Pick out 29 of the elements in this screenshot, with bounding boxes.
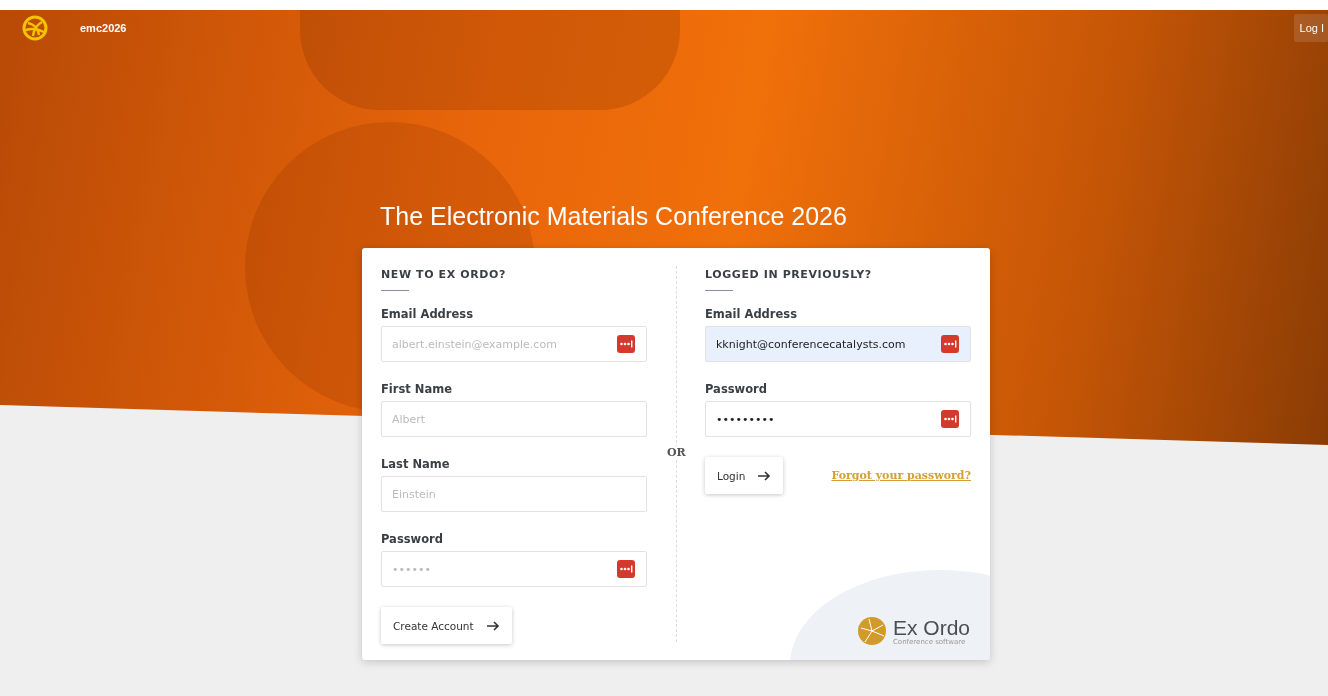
password-key-icon[interactable] bbox=[941, 335, 959, 353]
field-label: Password bbox=[705, 382, 768, 396]
site-name: emc2026 bbox=[80, 22, 127, 34]
arrow-right-icon bbox=[757, 470, 772, 481]
input-field[interactable]: Einstein bbox=[381, 476, 647, 512]
field-label: Email Address bbox=[381, 307, 474, 321]
password-key-icon[interactable] bbox=[617, 560, 635, 578]
password-key-icon[interactable] bbox=[617, 335, 635, 353]
page-title: The Electronic Materials Conference 2026 bbox=[380, 201, 848, 232]
log-in-button[interactable]: Log I bbox=[1293, 14, 1328, 42]
field-label: Password bbox=[381, 532, 444, 546]
arrow-right-icon bbox=[485, 620, 500, 631]
login-button[interactable]: Login bbox=[705, 457, 784, 494]
brand-name: Ex Ordo bbox=[892, 616, 970, 638]
field-label: First Name bbox=[381, 382, 453, 396]
create-account-button[interactable]: Create Account bbox=[381, 607, 512, 644]
field-label: Email Address bbox=[705, 307, 798, 321]
input-field[interactable]: albert.einstein@example.com bbox=[381, 326, 647, 362]
logo-icon[interactable] bbox=[22, 15, 48, 41]
section-heading: NEW TO EX ORDO? bbox=[381, 268, 507, 281]
field-label: Last Name bbox=[381, 457, 451, 471]
section-heading: LOGGED IN PREVIOUSLY? bbox=[705, 268, 873, 281]
brand-logo-icon bbox=[856, 616, 887, 646]
input-field[interactable]: •••••• bbox=[381, 551, 647, 587]
or-divider-text: OR bbox=[667, 446, 686, 459]
input-field[interactable]: kknight@conferencecatalysts.com bbox=[705, 326, 971, 362]
input-field[interactable]: Albert bbox=[381, 401, 647, 437]
input-field[interactable]: ••••••••• bbox=[705, 401, 971, 437]
password-key-icon[interactable] bbox=[941, 410, 959, 428]
